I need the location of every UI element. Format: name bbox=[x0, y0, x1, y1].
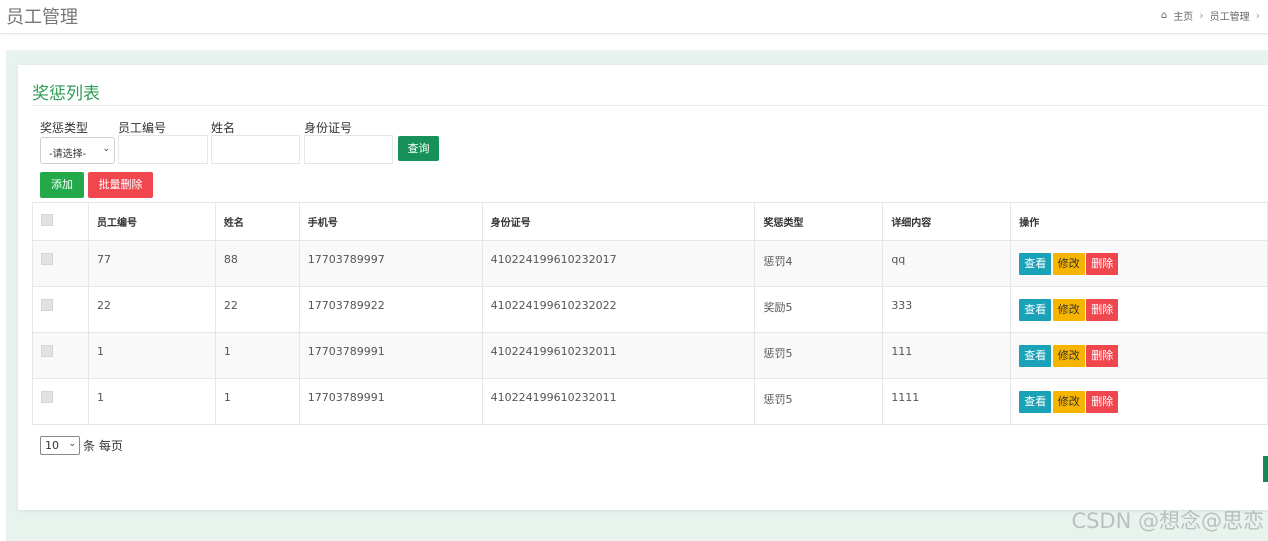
table-row: 77 88 17703789997 410224199610232017 惩罚4… bbox=[32, 240, 1268, 287]
reward-type-selected: -请选择- bbox=[49, 149, 87, 160]
cell-name: 1 bbox=[214, 332, 300, 379]
column-header: 身份证号 bbox=[481, 202, 756, 241]
divider bbox=[32, 105, 1268, 106]
id-card-input[interactable] bbox=[304, 135, 393, 164]
edit-button[interactable]: 修改 bbox=[1052, 253, 1085, 275]
cell-phone: 17703789922 bbox=[298, 286, 483, 333]
row-select-cell bbox=[32, 240, 89, 287]
row-select-cell bbox=[32, 378, 89, 425]
column-header: 奖惩类型 bbox=[754, 202, 884, 241]
row-checkbox[interactable] bbox=[41, 253, 53, 265]
column-header: 操作 bbox=[1010, 202, 1268, 241]
cell-name: 22 bbox=[214, 286, 300, 333]
page-size-value: 10 bbox=[45, 439, 59, 452]
row-select-cell bbox=[32, 332, 89, 379]
cell-type: 惩罚5 bbox=[754, 378, 884, 425]
cell-name: 1 bbox=[214, 378, 300, 425]
cell-id-card: 410224199610232017 bbox=[481, 240, 756, 287]
scroll-edge-marker bbox=[1263, 456, 1268, 482]
id-card-label: 身份证号 bbox=[304, 121, 353, 135]
cell-phone: 17703789997 bbox=[298, 240, 483, 287]
column-header: 姓名 bbox=[214, 202, 300, 241]
table-row: 1 1 17703789991 410224199610232011 惩罚5 1… bbox=[32, 378, 1268, 425]
page-title: 员工管理 bbox=[6, 7, 78, 28]
name-label: 姓名 bbox=[211, 121, 236, 135]
cell-phone: 17703789991 bbox=[298, 378, 483, 425]
cell-detail: qq bbox=[882, 240, 1012, 287]
cell-phone: 17703789991 bbox=[298, 332, 483, 379]
cell-actions: 查看 修改 删除 bbox=[1010, 240, 1268, 287]
reward-list-card: 奖惩列表 奖惩类型 员工编号 姓名 身份证号 -请选择- ⌄ 查询 添加 批量删… bbox=[18, 65, 1268, 510]
cell-detail: 111 bbox=[882, 332, 1012, 379]
breadcrumb: ⌂ 主页 › 员工管理 › bbox=[1161, 8, 1260, 23]
delete-button[interactable]: 删除 bbox=[1086, 391, 1119, 413]
breadcrumb-separator: › bbox=[1255, 9, 1260, 22]
delete-button[interactable]: 删除 bbox=[1086, 345, 1119, 367]
cell-id-card: 410224199610232011 bbox=[481, 378, 756, 425]
row-checkbox[interactable] bbox=[41, 345, 53, 357]
column-header: 详细内容 bbox=[882, 202, 1012, 241]
add-button[interactable]: 添加 bbox=[40, 172, 84, 198]
cell-name: 88 bbox=[214, 240, 300, 287]
delete-button[interactable]: 删除 bbox=[1086, 299, 1119, 321]
top-bar: 员工管理 ⌂ 主页 › 员工管理 › bbox=[0, 0, 1268, 34]
cell-emp-no: 22 bbox=[87, 286, 216, 333]
reward-table: 员工编号 姓名 手机号 身份证号 奖惩类型 详细内容 操作 77 88 1770… bbox=[32, 202, 1268, 425]
view-button[interactable]: 查看 bbox=[1019, 253, 1052, 275]
edit-button[interactable]: 修改 bbox=[1052, 345, 1085, 367]
cell-detail: 1111 bbox=[882, 378, 1012, 425]
cell-id-card: 410224199610232022 bbox=[481, 286, 756, 333]
column-header: 员工编号 bbox=[87, 202, 216, 241]
emp-no-label: 员工编号 bbox=[118, 121, 167, 135]
cell-actions: 查看 修改 删除 bbox=[1010, 378, 1268, 425]
cell-type: 惩罚4 bbox=[754, 240, 884, 287]
home-icon: ⌂ bbox=[1160, 10, 1168, 21]
view-button[interactable]: 查看 bbox=[1019, 299, 1052, 321]
breadcrumb-item-employee[interactable]: 员工管理 bbox=[1210, 8, 1250, 23]
cell-emp-no: 1 bbox=[87, 378, 216, 425]
cell-type: 惩罚5 bbox=[754, 332, 884, 379]
edit-button[interactable]: 修改 bbox=[1052, 391, 1085, 413]
table-row: 1 1 17703789991 410224199610232011 惩罚5 1… bbox=[32, 332, 1268, 379]
edit-button[interactable]: 修改 bbox=[1052, 299, 1085, 321]
cell-detail: 333 bbox=[882, 286, 1012, 333]
row-checkbox[interactable] bbox=[41, 299, 53, 311]
cell-type: 奖励5 bbox=[754, 286, 884, 333]
cell-id-card: 410224199610232011 bbox=[481, 332, 756, 379]
query-button[interactable]: 查询 bbox=[398, 136, 439, 161]
cell-emp-no: 77 bbox=[87, 240, 216, 287]
name-input[interactable] bbox=[211, 135, 300, 164]
batch-delete-button[interactable]: 批量删除 bbox=[88, 172, 153, 198]
pager: 10 ⌄ 条 每页 bbox=[40, 436, 123, 455]
breadcrumb-separator: › bbox=[1199, 9, 1204, 22]
delete-button[interactable]: 删除 bbox=[1086, 253, 1119, 275]
view-button[interactable]: 查看 bbox=[1019, 391, 1052, 413]
table-row: 22 22 17703789922 410224199610232022 奖励5… bbox=[32, 286, 1268, 333]
cell-actions: 查看 修改 删除 bbox=[1010, 286, 1268, 333]
select-all-checkbox[interactable] bbox=[41, 214, 53, 226]
reward-type-select[interactable]: -请选择- ⌄ bbox=[40, 137, 115, 164]
page-size-select[interactable]: 10 ⌄ bbox=[40, 436, 80, 455]
breadcrumb-item-home[interactable]: 主页 bbox=[1173, 8, 1193, 23]
card-title: 奖惩列表 bbox=[32, 84, 100, 104]
watermark: CSDN @想念@思恋 bbox=[1071, 509, 1264, 533]
cell-actions: 查看 修改 删除 bbox=[1010, 332, 1268, 379]
emp-no-input[interactable] bbox=[118, 135, 208, 164]
cell-emp-no: 1 bbox=[87, 332, 216, 379]
row-select-cell bbox=[32, 286, 89, 333]
table-header-row: 员工编号 姓名 手机号 身份证号 奖惩类型 详细内容 操作 bbox=[32, 202, 1268, 241]
reward-type-label: 奖惩类型 bbox=[40, 121, 89, 135]
select-all-cell bbox=[32, 202, 89, 241]
row-checkbox[interactable] bbox=[41, 391, 53, 403]
chevron-down-icon: ⌄ bbox=[102, 144, 110, 154]
view-button[interactable]: 查看 bbox=[1019, 345, 1052, 367]
chevron-down-icon: ⌄ bbox=[68, 439, 76, 449]
page-size-suffix: 条 每页 bbox=[83, 439, 123, 453]
column-header: 手机号 bbox=[298, 202, 483, 241]
